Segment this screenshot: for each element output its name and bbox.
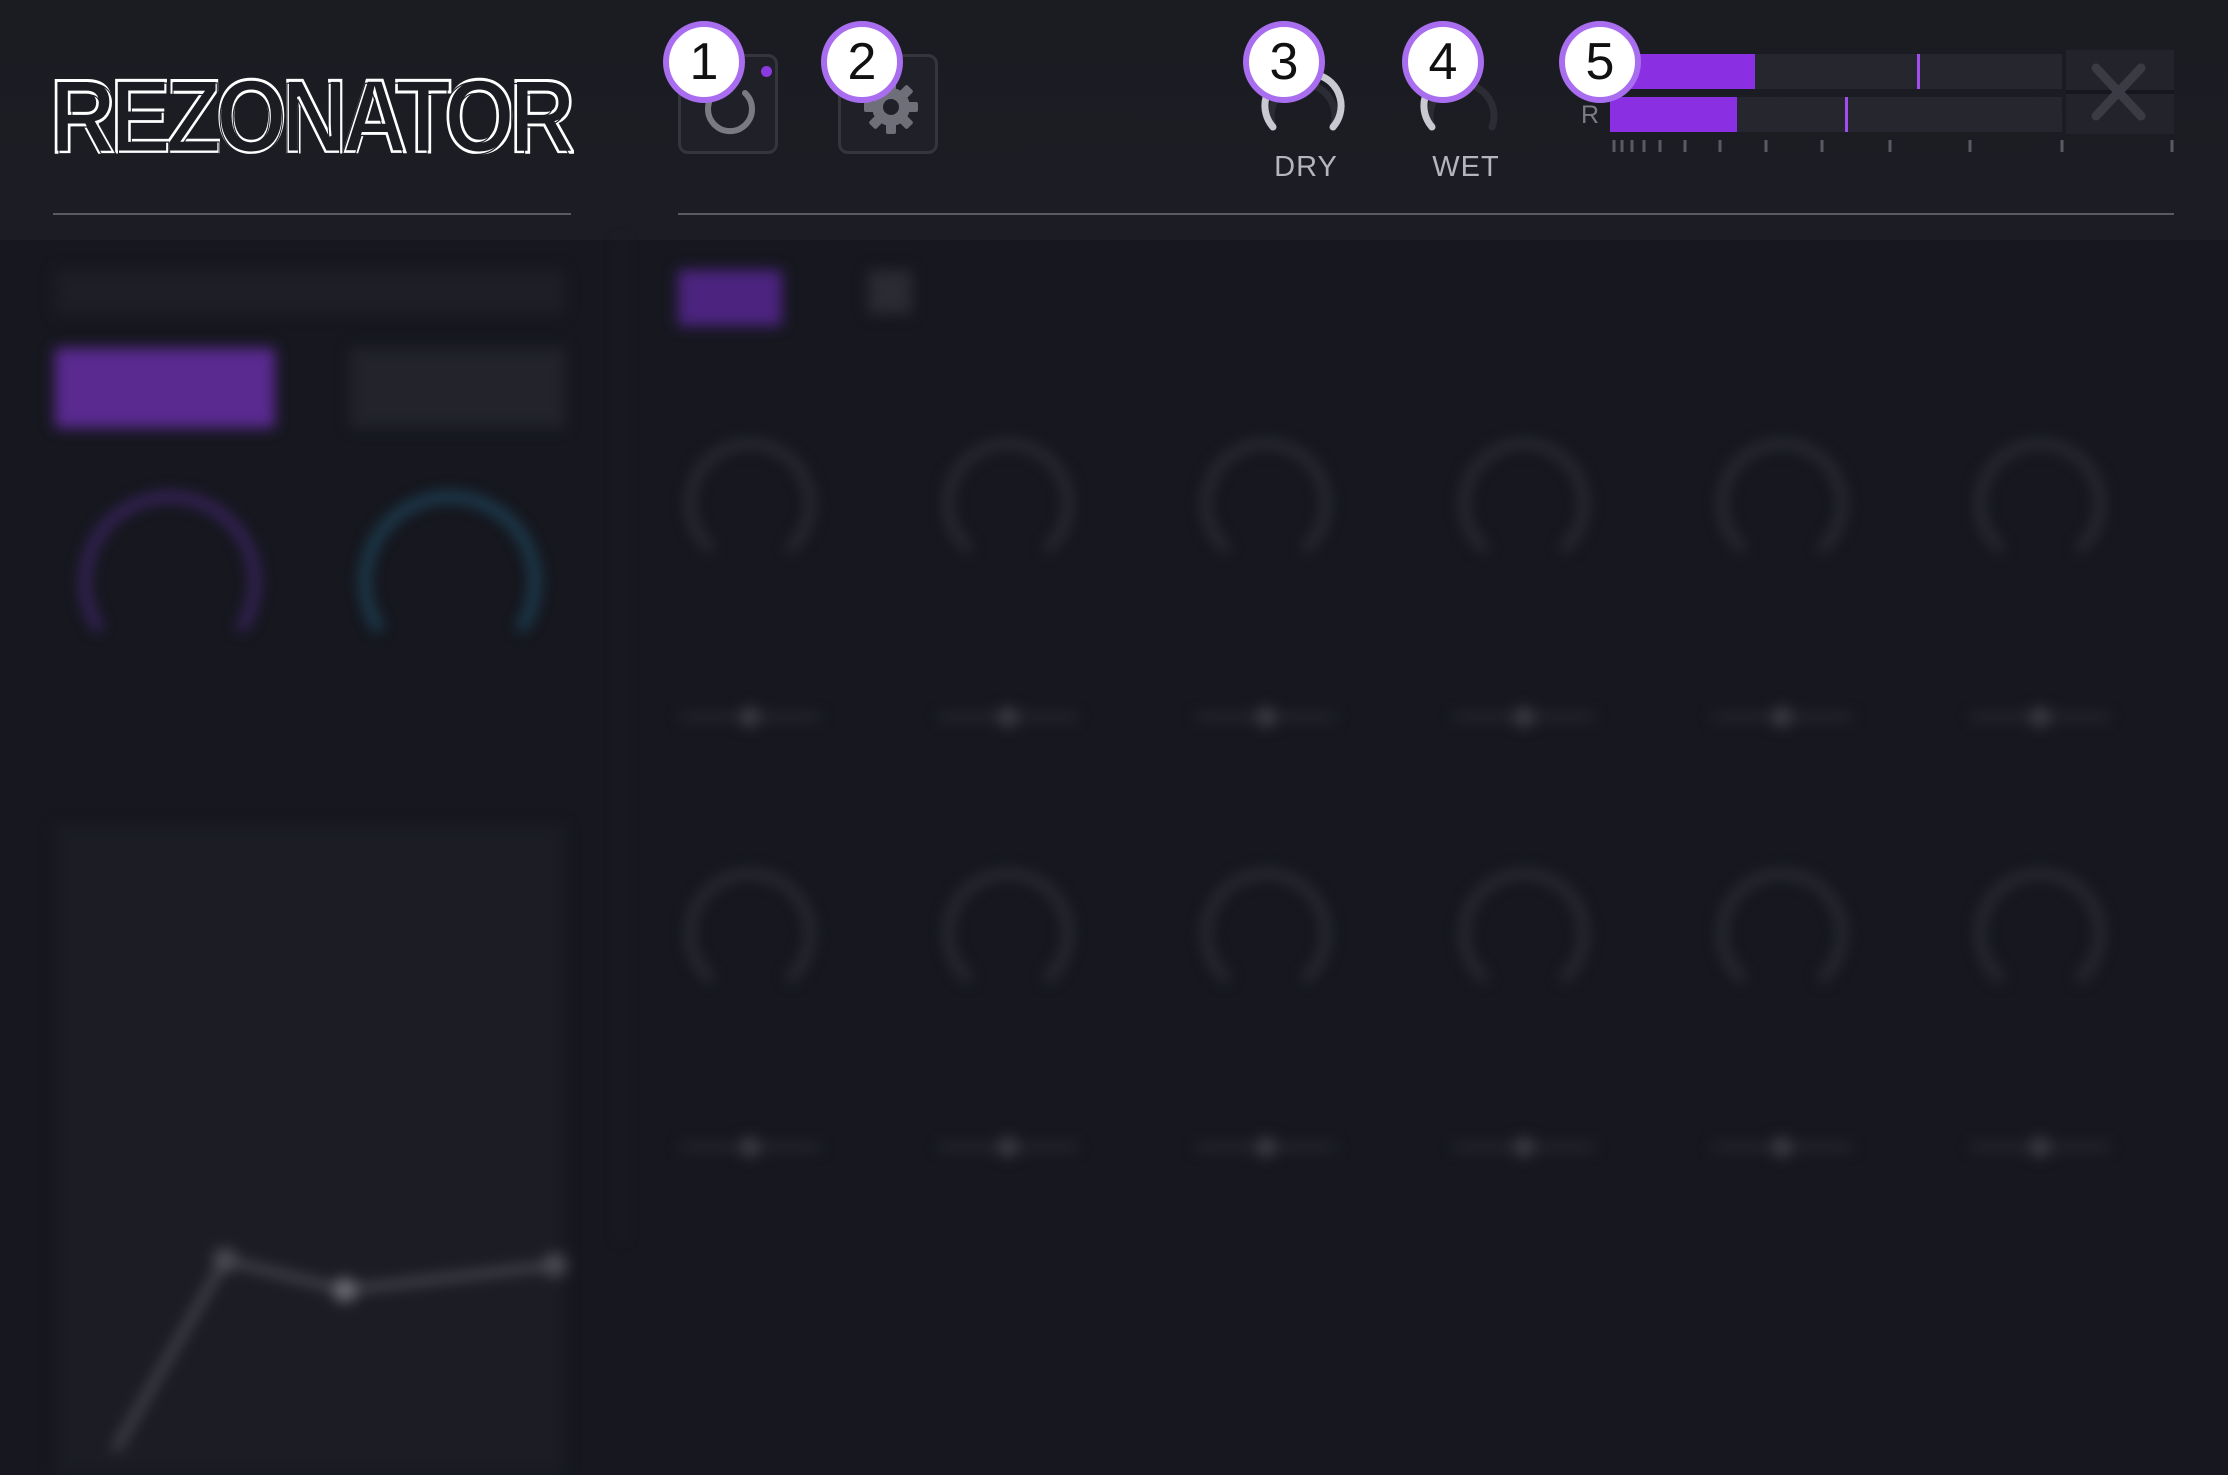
rezonator-plugin-window: REZONATOR REZONATOR DRY WET R 1 2 3 4 5 — [0, 0, 2228, 1475]
power-led-indicator — [761, 66, 772, 77]
filter-curve — [112, 1248, 567, 1452]
meter-left-peak — [1917, 54, 1920, 89]
dry-knob-label: DRY — [1274, 151, 1338, 183]
svg-text:REZONATOR: REZONATOR — [53, 61, 569, 164]
callout-2: 2 — [821, 21, 903, 103]
blurred-left-knobs — [80, 491, 540, 633]
panel-separator — [620, 240, 623, 1240]
meter-scale — [1612, 140, 2174, 152]
meter-left-channel — [1610, 54, 2062, 89]
wet-knob-label: WET — [1432, 151, 1500, 183]
rezonator-logo: REZONATOR REZONATOR — [50, 60, 574, 164]
callout-1: 1 — [663, 21, 745, 103]
callout-5: 5 — [1559, 21, 1641, 103]
blurred-editor-area — [0, 240, 2228, 1475]
header-divider — [678, 213, 2174, 215]
meter-right-peak — [1845, 97, 1848, 132]
tab-active — [678, 270, 782, 326]
mode-a-button — [55, 348, 275, 428]
callout-4: 4 — [1402, 21, 1484, 103]
meter-right-channel — [1610, 97, 2062, 132]
tab-inactive — [868, 270, 912, 314]
clip-reset-icon — [2066, 63, 2174, 121]
meter-right-level — [1610, 97, 1737, 132]
meter-right-channel-label: R — [1581, 101, 1600, 129]
mode-b-button — [350, 348, 565, 428]
clip-reset-button[interactable] — [2066, 50, 2174, 134]
logo-divider — [53, 213, 571, 215]
callout-3: 3 — [1243, 21, 1325, 103]
blurred-content — [0, 240, 2228, 1475]
blurred-resonator-grid — [680, 439, 2110, 1157]
sound-panel-header — [55, 270, 565, 314]
header-bar: REZONATOR REZONATOR DRY WET R — [0, 0, 2228, 240]
